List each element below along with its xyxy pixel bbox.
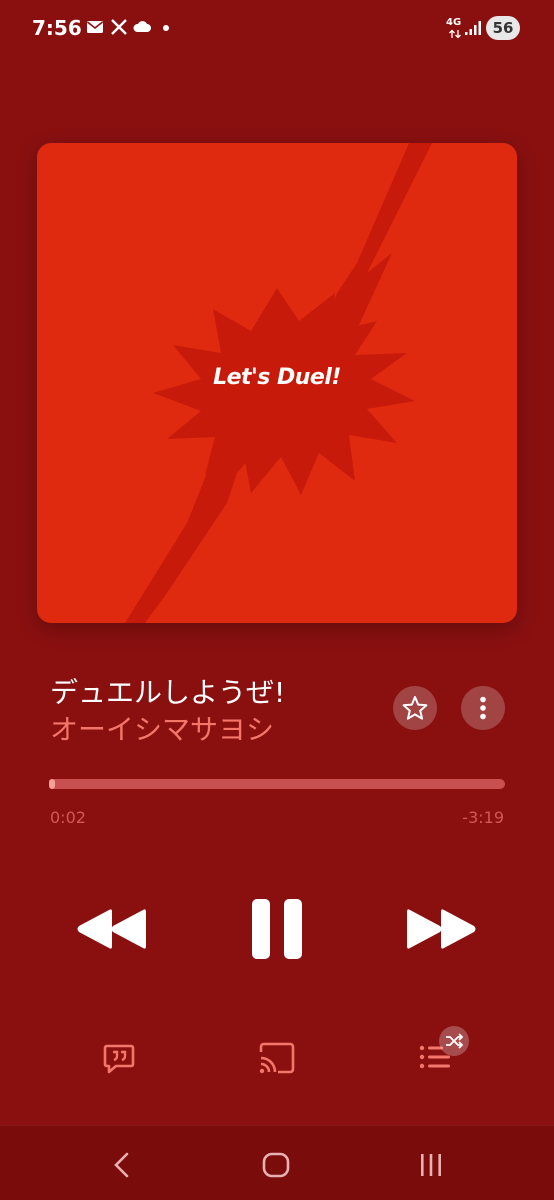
track-title: デュエルしようぜ! [50,676,286,709]
track-artist[interactable]: オーイシマサヨシ [50,708,274,748]
remaining-time: -3:19 [462,808,504,827]
battery-indicator: 56 [486,16,520,40]
pause-icon [252,899,302,959]
signal-icon [465,21,481,35]
cast-button[interactable] [258,1042,296,1078]
lyrics-icon [103,1044,135,1074]
mail-icon [87,21,103,33]
home-icon [262,1152,290,1178]
nav-home-button[interactable] [262,1152,290,1182]
favorite-button[interactable] [393,686,437,730]
recents-icon [421,1154,441,1176]
cast-icon [259,1042,295,1074]
lyrics-button[interactable] [102,1042,136,1080]
x-icon [111,19,127,35]
progress-fill [49,779,55,789]
more-vertical-icon [480,696,486,720]
network-type: 4G [446,17,462,28]
back-icon [114,1152,129,1178]
system-navigation-bar [0,1125,554,1200]
status-time: 7:56 [32,16,82,40]
artwork-title: Let's Duel! [213,365,341,390]
star-icon [402,696,428,720]
rewind-icon [77,909,146,949]
shuffle-badge[interactable] [439,1026,469,1056]
rewind-button[interactable] [76,908,148,950]
album-artwork: Let's Duel! [37,143,517,623]
dot-icon [163,25,169,31]
cloud-icon [133,21,151,32]
fast-forward-icon [407,909,476,949]
data-arrows-icon [449,29,461,39]
fast-forward-button[interactable] [405,908,477,950]
shuffle-icon [446,1033,464,1049]
progress-slider[interactable] [49,779,505,789]
nav-back-button[interactable] [110,1152,134,1182]
pause-button[interactable] [250,898,304,960]
more-options-button[interactable] [461,686,505,730]
status-bar: 7:56 4G 56 [0,0,554,58]
nav-recents-button[interactable] [418,1152,444,1182]
elapsed-time: 0:02 [50,808,86,827]
